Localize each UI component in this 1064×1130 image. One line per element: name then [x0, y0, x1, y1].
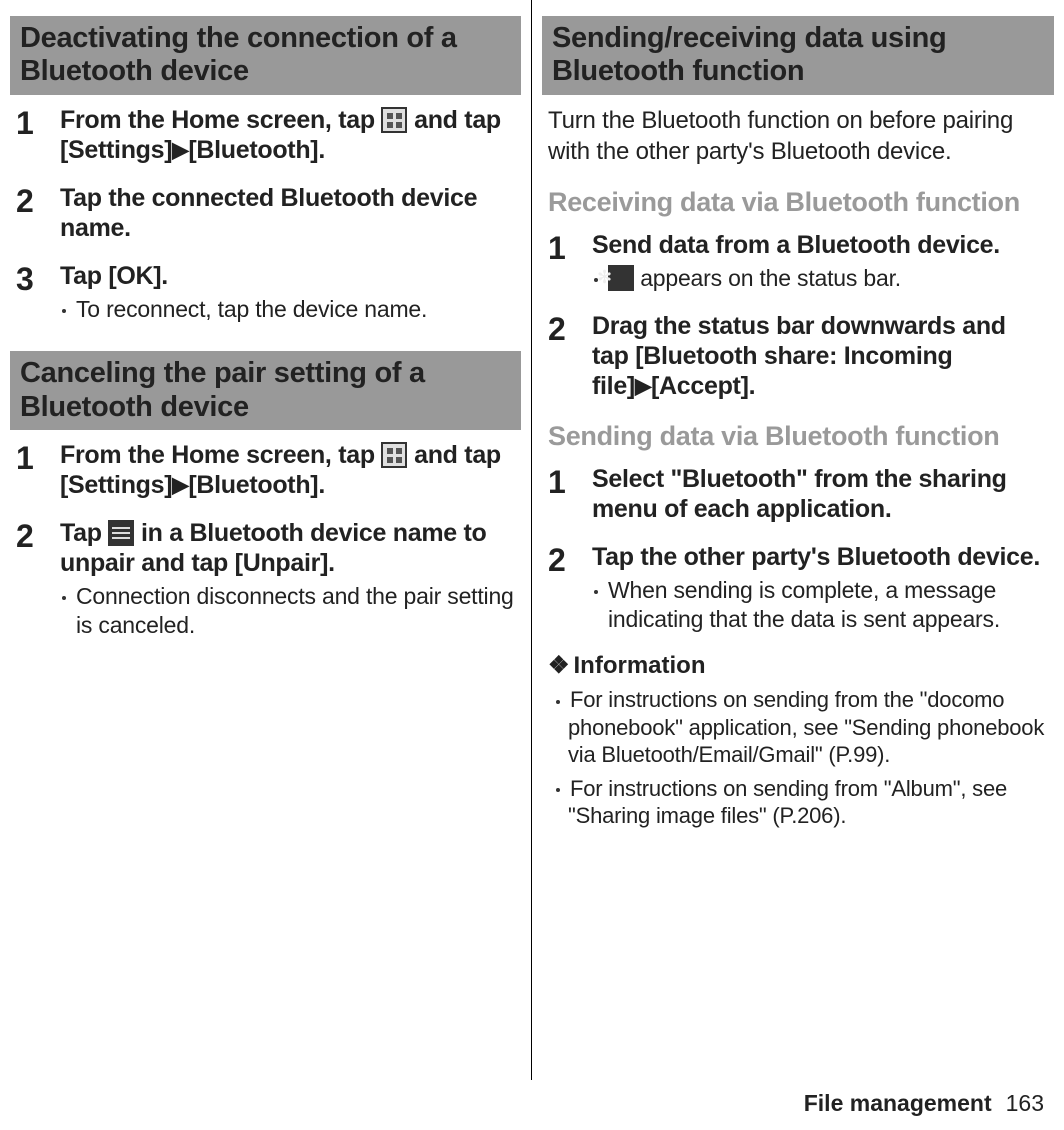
subheading-sending: Sending data via Bluetooth function	[548, 421, 1048, 452]
step-number: 2	[16, 518, 60, 640]
apps-grid-icon	[381, 107, 407, 133]
step-text: Send data from a Bluetooth device.	[592, 230, 1048, 260]
text-fragment: [Bluetooth].	[188, 471, 325, 499]
info-text: For instructions on sending from the "do…	[568, 687, 1044, 767]
step-row: 1 Select "Bluetooth" from the sharing me…	[548, 464, 1048, 524]
step-text: Tap the other party's Bluetooth device.	[592, 542, 1048, 572]
bullet-icon	[556, 700, 560, 704]
step-text: Drag the status bar downwards and tap [B…	[592, 311, 1048, 401]
note-text: When sending is complete, a message indi…	[608, 577, 1000, 632]
step-number: 3	[16, 261, 60, 324]
text-fragment: Tap	[60, 519, 108, 547]
step-number: 1	[548, 464, 592, 524]
step-text: From the Home screen, tap and tap [Setti…	[60, 440, 515, 500]
step-text: Tap the connected Bluetooth device name.	[60, 183, 515, 243]
info-text: For instructions on sending from "Album"…	[568, 776, 1007, 829]
page-body: Deactivating the connection of a Bluetoo…	[0, 0, 1064, 1080]
step-number: 2	[548, 311, 592, 401]
note-text: appears on the status bar.	[634, 265, 901, 291]
step-note: To reconnect, tap the device name.	[60, 295, 515, 324]
note-text: Connection disconnects and the pair sett…	[76, 583, 514, 638]
bullet-icon	[556, 788, 560, 792]
step-text: Tap in a Bluetooth device name to unpair…	[60, 518, 515, 578]
text-fragment: From the Home screen, tap	[60, 441, 381, 469]
information-heading: Information	[548, 651, 1048, 680]
subheading-receiving: Receiving data via Bluetooth function	[548, 187, 1048, 218]
arrow-icon: ▶	[635, 374, 651, 398]
step-number: 1	[16, 105, 60, 165]
settings-sliders-icon	[108, 520, 134, 546]
bullet-icon	[62, 309, 66, 313]
arrow-icon: ▶	[172, 473, 188, 497]
text-fragment: [Bluetooth].	[188, 136, 325, 164]
step-note: When sending is complete, a message indi…	[592, 576, 1048, 634]
bluetooth-status-icon	[608, 265, 634, 291]
heading-deactivate: Deactivating the connection of a Bluetoo…	[10, 16, 521, 95]
right-column: Sending/receiving data using Bluetooth f…	[532, 0, 1064, 1080]
step-text: Tap [OK].	[60, 261, 515, 291]
heading-send-receive: Sending/receiving data using Bluetooth f…	[542, 16, 1054, 95]
bullet-icon	[62, 596, 66, 600]
text-fragment: [Accept].	[651, 372, 755, 400]
text-fragment: From the Home screen, tap	[60, 106, 381, 134]
step-row: 2 Tap the other party's Bluetooth device…	[548, 542, 1048, 634]
step-row: 2 Drag the status bar downwards and tap …	[548, 311, 1048, 401]
step-row: 1 Send data from a Bluetooth device. app…	[548, 230, 1048, 293]
step-note: Connection disconnects and the pair sett…	[60, 582, 515, 640]
step-number: 1	[16, 440, 60, 500]
step-row: 1 From the Home screen, tap and tap [Set…	[16, 440, 515, 500]
note-text: To reconnect, tap the device name.	[76, 296, 427, 322]
step-text: From the Home screen, tap and tap [Setti…	[60, 105, 515, 165]
step-note: appears on the status bar.	[592, 264, 1048, 293]
intro-paragraph: Turn the Bluetooth function on before pa…	[548, 105, 1048, 167]
heading-cancel-pair: Canceling the pair setting of a Bluetoot…	[10, 351, 521, 430]
step-number: 1	[548, 230, 592, 293]
footer-section-label: File management	[804, 1090, 992, 1117]
apps-grid-icon	[381, 442, 407, 468]
information-item: For instructions on sending from "Album"…	[548, 775, 1048, 830]
step-number: 2	[548, 542, 592, 634]
step-number: 2	[16, 183, 60, 243]
step-row: 2 Tap in a Bluetooth device name to unpa…	[16, 518, 515, 640]
arrow-icon: ▶	[172, 138, 188, 162]
page-number: 163	[1006, 1090, 1044, 1117]
step-text: Select "Bluetooth" from the sharing menu…	[592, 464, 1048, 524]
step-row: 3 Tap [OK]. To reconnect, tap the device…	[16, 261, 515, 324]
information-item: For instructions on sending from the "do…	[548, 686, 1048, 769]
step-row: 2 Tap the connected Bluetooth device nam…	[16, 183, 515, 243]
bullet-icon	[594, 590, 598, 594]
step-row: 1 From the Home screen, tap and tap [Set…	[16, 105, 515, 165]
page-footer: File management 163	[0, 1080, 1064, 1126]
left-column: Deactivating the connection of a Bluetoo…	[0, 0, 532, 1080]
